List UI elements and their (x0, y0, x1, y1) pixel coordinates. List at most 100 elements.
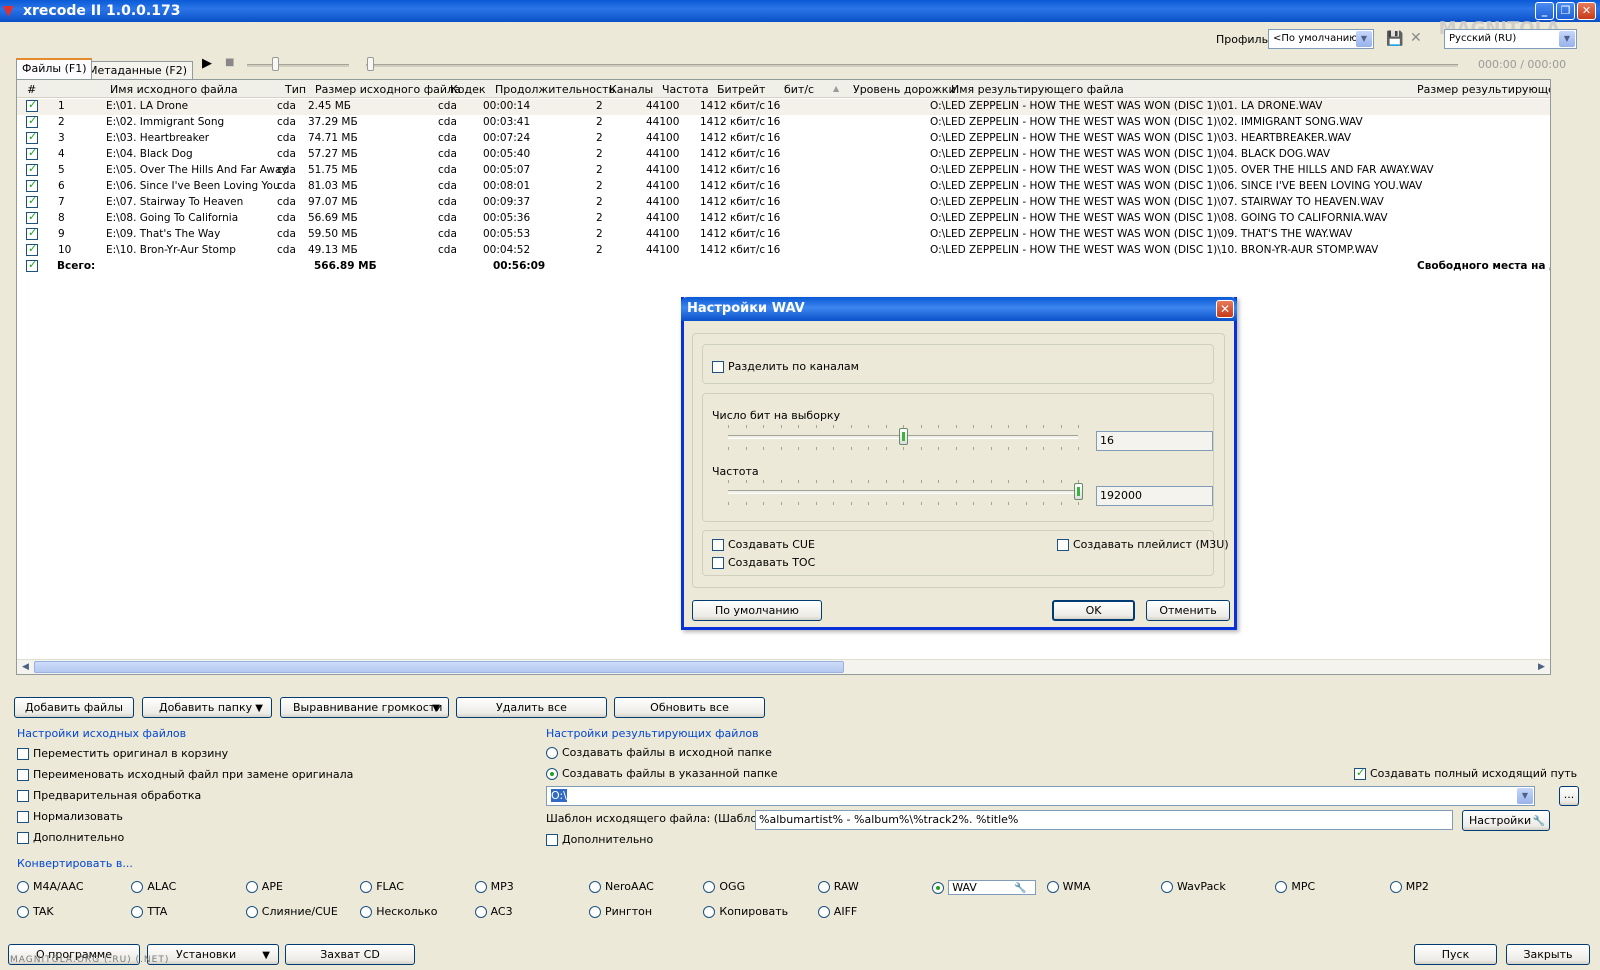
create-cue-checkbox[interactable] (712, 539, 724, 551)
row-checkbox[interactable] (26, 146, 38, 160)
format-option[interactable]: MP2 (1389, 880, 1429, 893)
format-radio[interactable] (1389, 881, 1402, 893)
table-row[interactable]: 7 E:\07. Stairway To Heaven cda 97.07 МБ cda… (17, 194, 1550, 211)
row-checkbox[interactable] (26, 178, 38, 192)
format-radio[interactable] (131, 881, 144, 893)
delete-profile-icon[interactable]: ✕ (1410, 30, 1422, 46)
format-radio[interactable] (1046, 881, 1059, 893)
format-option[interactable]: APE (245, 880, 283, 893)
format-option[interactable]: MP3 (474, 880, 514, 893)
table-row[interactable]: 1 E:\01. LA Drone cda 2.45 МБ cda 00:00:14 2 44… (17, 98, 1550, 115)
format-radio[interactable] (817, 881, 830, 893)
split-channels-option[interactable]: Разделить по каналам (712, 360, 859, 373)
format-radio[interactable] (360, 881, 373, 893)
format-option[interactable]: MPC (1275, 880, 1315, 893)
dialog-ok-button[interactable]: OK (1052, 600, 1135, 621)
row-checkbox[interactable] (26, 130, 38, 144)
format-option[interactable]: AC3 (474, 905, 513, 918)
scroll-left-icon[interactable]: ◀ (18, 660, 33, 674)
table-row[interactable]: 10 E:\10. Bron-Yr-Aur Stomp cda 49.13 МБ cda… (17, 242, 1550, 259)
bits-slider[interactable] (728, 425, 1079, 455)
seek-slider[interactable] (366, 64, 1458, 67)
col-bitrate[interactable]: Битрейт (717, 83, 765, 96)
tab-metadata[interactable]: Метаданные (F2) (82, 61, 193, 80)
format-radio[interactable] (360, 906, 373, 918)
total-checkbox[interactable] (26, 258, 38, 272)
slider-thumb[interactable] (899, 428, 908, 445)
radio-source-folder[interactable] (546, 747, 558, 759)
col-bits[interactable]: бит/с (784, 83, 814, 96)
format-radio[interactable] (1275, 881, 1288, 893)
format-radio[interactable] (17, 881, 29, 893)
format-option[interactable]: TTA (131, 905, 167, 918)
row-checkbox[interactable] (26, 114, 38, 128)
format-option[interactable]: NeroAAC (589, 880, 654, 893)
format-radio[interactable] (703, 881, 716, 893)
format-option[interactable]: WavPack (1161, 880, 1226, 893)
format-radio[interactable] (131, 906, 144, 918)
source-option-checkbox[interactable] (17, 790, 29, 802)
save-profile-icon[interactable]: 💾 (1386, 31, 1403, 47)
table-row[interactable]: 3 E:\03. Heartbreaker cda 74.71 МБ cda 00:07:… (17, 130, 1550, 147)
format-radio[interactable] (17, 906, 29, 918)
format-option[interactable]: WAV 🔧 (932, 880, 1037, 895)
format-option[interactable]: M4A/AAC (17, 880, 84, 893)
row-checkbox[interactable] (26, 226, 38, 240)
normalize-button[interactable]: Выравнивание громкости ▼ (280, 697, 449, 718)
table-row[interactable]: 4 E:\04. Black Dog cda 57.27 МБ cda 00:05:40 2… (17, 146, 1550, 163)
stop-icon[interactable]: ■ (225, 57, 234, 68)
source-option[interactable]: Нормализовать (17, 810, 123, 823)
format-radio[interactable] (1161, 881, 1173, 893)
dialog-cancel-button[interactable]: Отменить (1146, 600, 1230, 621)
dest-extra-checkbox[interactable] (546, 834, 558, 846)
col-num[interactable]: # (27, 83, 36, 96)
format-option[interactable]: Рингтон (589, 905, 652, 918)
language-select[interactable]: Русский (RU) ▼ (1444, 29, 1577, 49)
create-toc-option[interactable]: Создавать TOC (712, 556, 815, 569)
col-channels[interactable]: Каналы (609, 83, 653, 96)
opt-target-folder[interactable]: Создавать файлы в указанной папке (546, 767, 777, 780)
col-level[interactable]: Уровень дорожки (853, 83, 956, 96)
radio-target-folder[interactable] (546, 768, 558, 780)
remove-all-button[interactable]: Удалить все (456, 697, 607, 718)
source-option-checkbox[interactable] (17, 748, 29, 760)
create-playlist-option[interactable]: Создавать плейлист (M3U) (1057, 538, 1229, 551)
seek-slider-thumb[interactable] (367, 57, 374, 71)
format-option[interactable]: ALAC (131, 880, 176, 893)
add-folder-button[interactable]: Добавить папку ▼ (142, 697, 272, 718)
template-input[interactable]: %albumartist% - %album%\%track2%. %title… (755, 810, 1453, 830)
slider-thumb[interactable] (1074, 483, 1083, 500)
col-dst-name[interactable]: Имя результирующего файла (951, 83, 1124, 96)
opt-full-path[interactable]: Создавать полный исходящий путь (1354, 766, 1577, 780)
format-option[interactable]: AIFF (817, 905, 857, 918)
table-row[interactable]: 9 E:\09. That's The Way cda 59.50 МБ cda 00:0… (17, 226, 1550, 243)
format-radio[interactable] (703, 906, 716, 918)
format-option[interactable]: Слияние/CUE (245, 905, 338, 918)
col-type[interactable]: Тип (285, 83, 306, 96)
create-playlist-checkbox[interactable] (1057, 539, 1069, 551)
source-option[interactable]: Переименовать исходный файл при замене о… (17, 768, 353, 781)
output-path-input[interactable]: O:\ ▼ (546, 786, 1535, 806)
table-row[interactable]: 5E:\05. Over The Hills And Far Awaycda51… (17, 162, 1550, 179)
split-channels-checkbox[interactable] (712, 361, 724, 373)
volume-slider-thumb[interactable] (272, 57, 279, 71)
play-icon[interactable]: ▶ (202, 56, 212, 71)
row-checkbox[interactable] (26, 242, 38, 256)
add-files-button[interactable]: Добавить файлы (14, 697, 134, 718)
table-row[interactable]: 2 E:\02. Immigrant Song cda 37.29 МБ cda 00:0… (17, 114, 1550, 131)
scroll-right-icon[interactable]: ▶ (1534, 660, 1549, 674)
format-radio[interactable] (474, 906, 487, 918)
col-src-name[interactable]: Имя исходного файла (110, 83, 238, 96)
close-button[interactable]: Закрыть (1506, 944, 1590, 965)
format-radio[interactable] (589, 881, 601, 893)
create-cue-option[interactable]: Создавать CUE (712, 538, 815, 551)
horizontal-scrollbar[interactable]: ◀ ▶ (17, 659, 1550, 674)
format-option[interactable]: Копировать (703, 905, 788, 918)
format-option[interactable]: OGG (703, 880, 745, 893)
freq-slider[interactable] (728, 480, 1083, 510)
close-window-button[interactable]: ✕ (1577, 2, 1596, 20)
dialog-close-icon[interactable]: ✕ (1216, 300, 1234, 318)
source-option-checkbox[interactable] (17, 811, 29, 823)
dialog-default-button[interactable]: По умолчанию (692, 600, 822, 621)
format-option[interactable]: WMA (1046, 880, 1091, 893)
